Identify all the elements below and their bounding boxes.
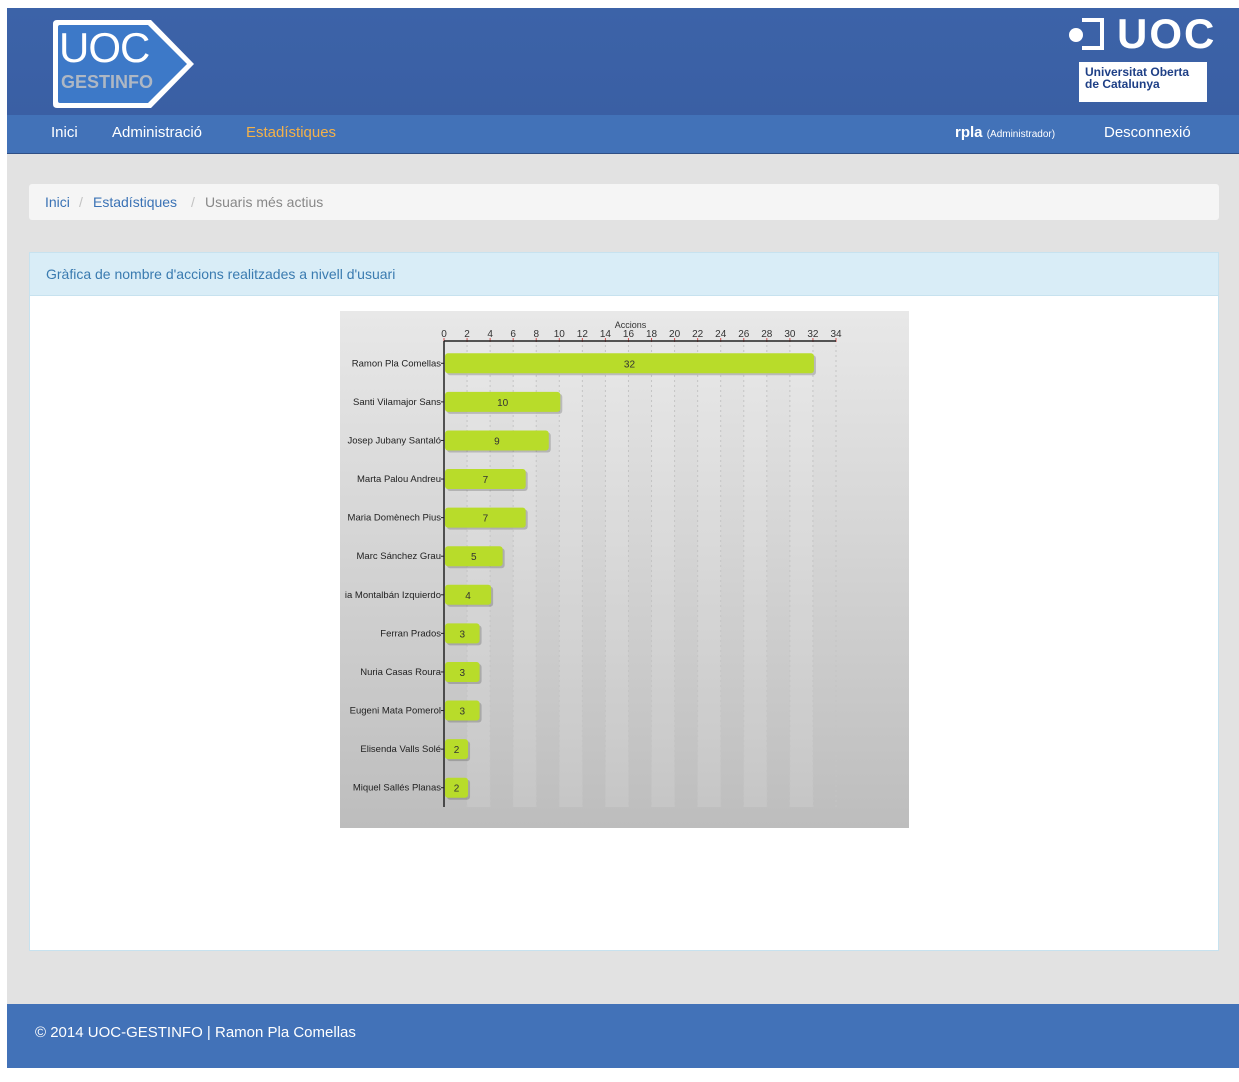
brand-label-box: Universitat Oberta de Catalunya (1079, 62, 1207, 102)
y-category-label: ia Montalbán Izquierdo (345, 590, 441, 601)
brand-line-2: de Catalunya (1085, 77, 1160, 91)
grid-band (651, 340, 675, 807)
y-category-label: Nuria Casas Roura (360, 667, 441, 678)
y-category-label: Marta Palou Andreu (357, 474, 441, 485)
footer-text: © 2014 UOC-GESTINFO | Ramon Pla Comellas (35, 1024, 356, 1041)
x-tick-label: 8 (533, 329, 539, 340)
breadcrumb-current: Usuaris més actius (205, 194, 324, 210)
logo-title: UOC (59, 24, 150, 71)
y-category-label: Marc Sánchez Grau (357, 551, 441, 562)
nav-user[interactable]: rpla (Administrador) (955, 124, 1055, 141)
bar-value-label: 3 (460, 668, 466, 679)
y-category-label: Eugeni Mata Pomerol (350, 706, 441, 717)
bar-value-label: 2 (454, 784, 460, 795)
breadcrumb-estadistiques[interactable]: Estadístiques (93, 184, 177, 220)
y-category-label: Josep Jubany Santaló (348, 435, 441, 446)
bar-value-label: 5 (471, 552, 477, 563)
grid-band (697, 340, 721, 807)
breadcrumb-inici[interactable]: Inici (45, 184, 70, 220)
bar-value-label: 3 (460, 629, 466, 640)
x-axis-title: Accions (615, 320, 647, 330)
y-category-label: Miquel Sallés Planas (353, 783, 441, 794)
bar-value-label: 10 (497, 398, 509, 409)
bar-value-label: 7 (483, 514, 489, 525)
actions-bar-chart: 0 2 4 6 8 10 12 14 16 18 20 22 24 26 28 30 32 34Accions32… (345, 320, 842, 807)
footer: © 2014 UOC-GESTINFO | Ramon Pla Comellas (7, 1004, 1239, 1068)
x-tick-label: 20 (669, 329, 681, 340)
bar-value-label: 2 (454, 745, 460, 756)
x-tick-label: 28 (761, 329, 773, 340)
x-tick-label: 12 (577, 329, 589, 340)
chart-container: 0 2 4 6 8 10 12 14 16 18 20 22 24 26 28 30 32 34 Accions 32… (340, 311, 909, 828)
chart-panel: Gràfica de nombre d'accions realitzades … (29, 252, 1219, 951)
logout-link[interactable]: Desconnexió (1104, 124, 1191, 141)
grid-band (743, 340, 767, 807)
x-tick-label: 26 (738, 329, 750, 340)
app-frame: UOC GESTINFO UOC Universitat Oberta de C… (7, 8, 1239, 1068)
x-tick-label: 2 (464, 329, 470, 340)
user-role: (Administrador) (986, 129, 1056, 140)
breadcrumb-separator: / (191, 194, 195, 210)
breadcrumb-separator: / (79, 194, 83, 210)
navbar: Inici Administració Estadístiques rpla (… (7, 115, 1239, 154)
gestinfo-logo[interactable]: UOC GESTINFO (51, 18, 196, 110)
grid-band (789, 340, 813, 807)
grid-band (559, 340, 583, 807)
user-name: rpla (955, 124, 983, 141)
grid-band (605, 340, 629, 807)
x-tick-label: 14 (600, 329, 612, 340)
x-tick-label: 34 (830, 329, 842, 340)
nav-inici[interactable]: Inici (51, 124, 78, 141)
y-category-label: Elisenda Valls Solé (360, 744, 441, 755)
x-tick-label: 16 (623, 329, 635, 340)
y-category-label: Ferran Prados (380, 628, 441, 639)
x-tick-label: 32 (807, 329, 819, 340)
x-tick-label: 18 (646, 329, 658, 340)
x-tick-label: 24 (715, 329, 727, 340)
bar-value-label: 7 (483, 475, 489, 486)
bar-value-label: 4 (465, 591, 471, 602)
nav-estadistiques[interactable]: Estadístiques (246, 124, 336, 141)
bar-value-label: 9 (494, 436, 500, 447)
brand-bracket-icon (1082, 18, 1104, 50)
bar-value-label: 32 (624, 359, 636, 370)
x-tick-label: 10 (554, 329, 566, 340)
x-tick-label: 0 (441, 329, 447, 340)
brand-word: UOC (1117, 10, 1217, 57)
brand-dot-icon (1069, 28, 1083, 42)
bar-value-label: 3 (460, 707, 466, 718)
uoc-brand-logo[interactable]: UOC Universitat Oberta de Catalunya (1067, 10, 1214, 102)
x-tick-label: 22 (692, 329, 704, 340)
y-category-label: Ramon Pla Comellas (352, 358, 441, 369)
y-category-label: Santi Vilamajor Sans (353, 397, 441, 408)
panel-title: Gràfica de nombre d'accions realitzades … (30, 253, 1218, 296)
y-category-label: Maria Domènech Pius (348, 513, 442, 524)
x-tick-label: 4 (487, 329, 493, 340)
header: UOC GESTINFO UOC Universitat Oberta de C… (7, 8, 1239, 115)
x-tick-label: 30 (784, 329, 796, 340)
logo-subtitle: GESTINFO (61, 72, 154, 92)
x-tick-label: 6 (510, 329, 516, 340)
nav-administracio[interactable]: Administració (112, 124, 202, 141)
breadcrumb: Inici / Estadístiques / Usuaris més acti… (29, 184, 1219, 220)
